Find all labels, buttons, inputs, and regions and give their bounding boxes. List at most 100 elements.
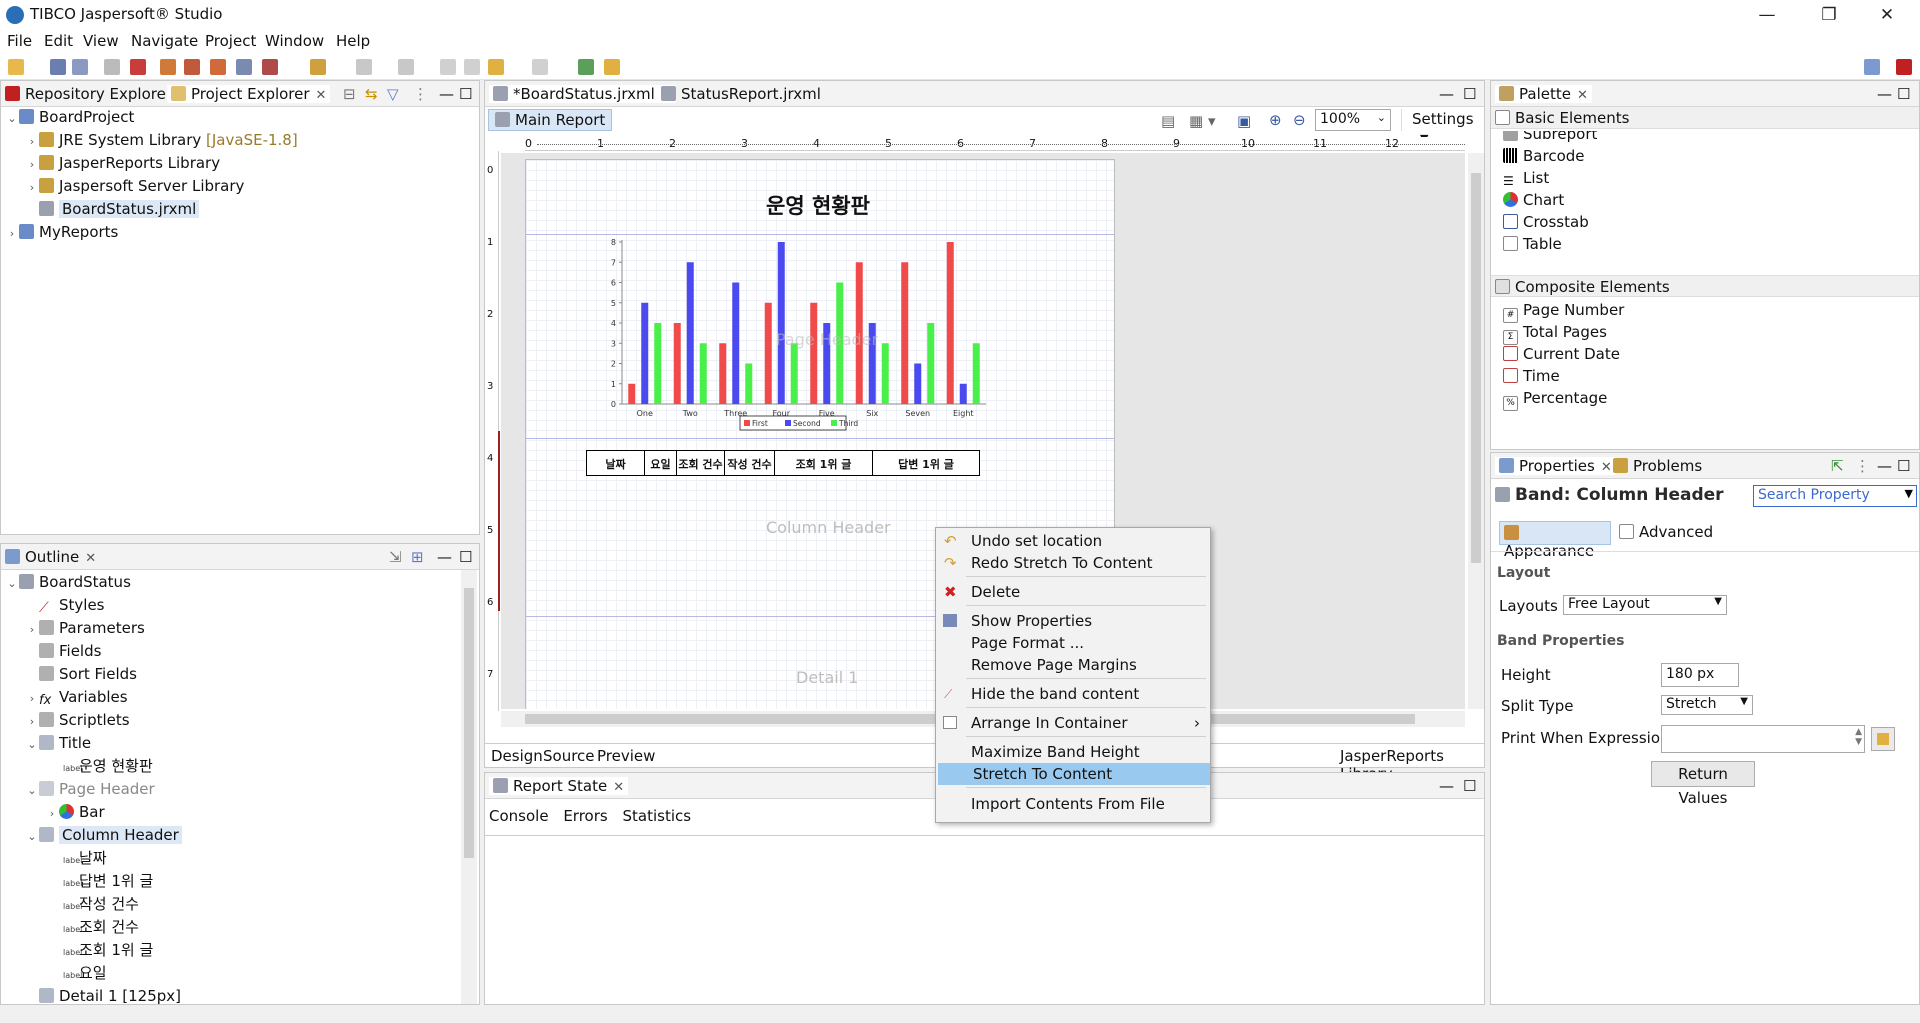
tab-statusreport[interactable]: StatusReport.jrxml bbox=[661, 85, 821, 103]
outline-label-date[interactable]: label날짜 bbox=[63, 848, 107, 868]
tab-console[interactable]: Console bbox=[489, 807, 549, 825]
save-all-icon[interactable] bbox=[72, 59, 88, 75]
palette-percentage[interactable]: % Percentage bbox=[1503, 389, 1607, 411]
zoom-select[interactable]: 100% ⌄ bbox=[1315, 109, 1391, 131]
minimize-view-icon[interactable]: — bbox=[437, 548, 452, 566]
open-perspective-icon[interactable] bbox=[578, 59, 594, 75]
outline-variables[interactable]: › fx Variables bbox=[25, 687, 128, 708]
tab-source[interactable]: Source bbox=[543, 747, 595, 765]
outline-label-weekday[interactable]: label요일 bbox=[63, 963, 107, 983]
outline-fields[interactable]: Fields bbox=[25, 641, 101, 661]
appearance-subtab[interactable]: Appearance bbox=[1499, 521, 1611, 560]
split-type-select[interactable]: Stretch ▼ bbox=[1661, 695, 1753, 715]
search-property-input[interactable]: Search Property ▼ bbox=[1753, 485, 1917, 507]
close-icon[interactable]: ✕ bbox=[85, 551, 96, 566]
outline-scrollbar[interactable] bbox=[461, 570, 477, 1004]
perspective-icon[interactable] bbox=[1864, 59, 1880, 75]
palette-time[interactable]: Time bbox=[1503, 367, 1560, 385]
outline-parameters[interactable]: › Parameters bbox=[25, 618, 145, 638]
link-editor-icon[interactable]: ⇆ bbox=[365, 85, 378, 103]
report-title[interactable]: 운영 현황판 bbox=[766, 190, 870, 220]
next-annotation-icon[interactable] bbox=[356, 59, 372, 75]
jaspersoft-perspective-icon[interactable] bbox=[1896, 59, 1912, 75]
header-top-answer[interactable]: 답변 1위 글 bbox=[873, 451, 979, 475]
header-weekday[interactable]: 요일 bbox=[645, 451, 677, 475]
collapse-icon[interactable]: ⇲ bbox=[389, 548, 402, 566]
layout-toggle-icon[interactable]: ▤ bbox=[1161, 112, 1175, 130]
tab-palette[interactable]: Palette ✕ bbox=[1495, 85, 1592, 103]
menu-hide-band-content[interactable]: ⟋ Hide the band content bbox=[936, 683, 1210, 705]
header-view-count[interactable]: 조회 건수 bbox=[677, 451, 725, 475]
palette-list[interactable]: ☰ List bbox=[1503, 169, 1549, 189]
menu-arrange-in-container[interactable]: Arrange In Container › bbox=[936, 712, 1210, 734]
header-top-view[interactable]: 조회 1위 글 bbox=[775, 451, 873, 475]
minimize-view-icon[interactable]: — bbox=[1877, 457, 1892, 475]
column-header-table[interactable]: 날짜 요일 조회 건수 작성 건수 조회 1위 글 답변 1위 글 bbox=[586, 450, 980, 476]
advanced-subtab[interactable]: Advanced bbox=[1619, 523, 1713, 541]
outline-label-top-view[interactable]: label조회 1위 글 bbox=[63, 940, 153, 960]
outline-bar-chart[interactable]: › Bar bbox=[45, 802, 105, 822]
tab-properties[interactable]: Properties ✕ bbox=[1495, 457, 1616, 475]
server-icon[interactable] bbox=[236, 59, 252, 75]
tab-design[interactable]: Design bbox=[489, 747, 545, 765]
run-icon[interactable] bbox=[262, 59, 278, 75]
palette-subreport[interactable]: Subreport bbox=[1503, 131, 1597, 143]
tab-preview[interactable]: Preview bbox=[597, 747, 655, 765]
outline-scriptlets[interactable]: › Scriptlets bbox=[25, 710, 130, 730]
tab-report-state[interactable]: Report State ✕ bbox=[489, 777, 629, 795]
report-icon[interactable] bbox=[160, 59, 176, 75]
minimize-button[interactable]: — bbox=[1744, 2, 1790, 28]
maximize-view-icon[interactable]: ☐ bbox=[459, 548, 472, 566]
composite-elements-header[interactable]: Composite Elements bbox=[1491, 275, 1919, 297]
tree-item-myreports[interactable]: › MyReports bbox=[5, 222, 119, 242]
menu-show-properties[interactable]: Show Properties bbox=[936, 610, 1210, 632]
outline-column-header[interactable]: ⌄ Column Header bbox=[25, 825, 182, 845]
palette-current-date[interactable]: Current Date bbox=[1503, 345, 1620, 363]
outline-detail-band[interactable]: Detail 1 [125px] bbox=[39, 986, 181, 1006]
palette-chart[interactable]: Chart bbox=[1503, 191, 1564, 209]
tree-item-boardproject[interactable]: ⌄ BoardProject bbox=[5, 107, 134, 127]
link-icon[interactable] bbox=[310, 59, 326, 75]
menu-remove-page-margins[interactable]: Remove Page Margins bbox=[936, 654, 1210, 676]
height-input[interactable]: 180 px bbox=[1661, 663, 1739, 687]
menu-help[interactable]: Help bbox=[336, 32, 370, 50]
filter-icon[interactable]: ▽ bbox=[387, 85, 399, 103]
outline-boardstatus[interactable]: ⌄ BoardStatus bbox=[5, 572, 131, 592]
close-icon[interactable]: ✕ bbox=[316, 88, 327, 103]
palette-page-number[interactable]: # Page Number bbox=[1503, 301, 1624, 323]
tree-item-jre[interactable]: › JRE System Library [JavaSE-1.8] bbox=[25, 130, 298, 150]
maximize-view-icon[interactable]: ☐ bbox=[1897, 457, 1910, 475]
new-icon[interactable] bbox=[8, 59, 24, 75]
layouts-select[interactable]: Free Layout ▼ bbox=[1563, 595, 1727, 615]
palette-crosstab[interactable]: Crosstab bbox=[1503, 213, 1589, 231]
console-output[interactable] bbox=[485, 835, 1484, 1003]
scroll-thumb[interactable] bbox=[1471, 173, 1481, 563]
maximize-view-icon[interactable]: ☐ bbox=[1463, 777, 1476, 795]
debug-icon[interactable] bbox=[130, 59, 146, 75]
basic-elements-header[interactable]: Basic Elements bbox=[1491, 107, 1919, 129]
outline-styles[interactable]: ⟋ Styles bbox=[25, 595, 105, 616]
snap-grid-icon[interactable]: ▦ ▾ bbox=[1189, 112, 1215, 130]
close-icon[interactable]: ✕ bbox=[1601, 460, 1612, 475]
palette-table[interactable]: Table bbox=[1503, 235, 1562, 253]
menu-view[interactable]: View bbox=[83, 32, 119, 50]
menu-stretch-to-content[interactable]: Stretch To Content bbox=[938, 763, 1210, 785]
main-report-button[interactable]: Main Report bbox=[488, 109, 613, 131]
pin-icon[interactable]: ⇱ bbox=[1831, 457, 1844, 475]
canvas-vscroll[interactable] bbox=[1468, 153, 1484, 709]
tab-boardstatus[interactable]: *BoardStatus.jrxml✕ bbox=[489, 85, 676, 103]
outline-sort-fields[interactable]: Sort Fields bbox=[25, 664, 137, 684]
tree-item-jaspersoft-server-library[interactable]: › Jaspersoft Server Library bbox=[25, 176, 245, 196]
tab-outline[interactable]: Outline ✕ bbox=[5, 548, 96, 566]
minimize-view-icon[interactable]: — bbox=[439, 85, 454, 103]
prev-annotation-icon[interactable] bbox=[398, 59, 414, 75]
close-button[interactable]: ✕ bbox=[1864, 2, 1910, 28]
palette-barcode[interactable]: Barcode bbox=[1503, 147, 1585, 165]
close-icon[interactable]: ✕ bbox=[1577, 88, 1588, 103]
menu-edit[interactable]: Edit bbox=[44, 32, 73, 50]
print-when-input[interactable]: ▲ ▼ bbox=[1661, 725, 1865, 753]
collapse-all-icon[interactable]: ⊟ bbox=[343, 85, 356, 103]
scroll-thumb[interactable] bbox=[464, 588, 474, 858]
palette-total-pages[interactable]: Σ Total Pages bbox=[1503, 323, 1607, 345]
expression-editor-button[interactable] bbox=[1871, 727, 1895, 751]
